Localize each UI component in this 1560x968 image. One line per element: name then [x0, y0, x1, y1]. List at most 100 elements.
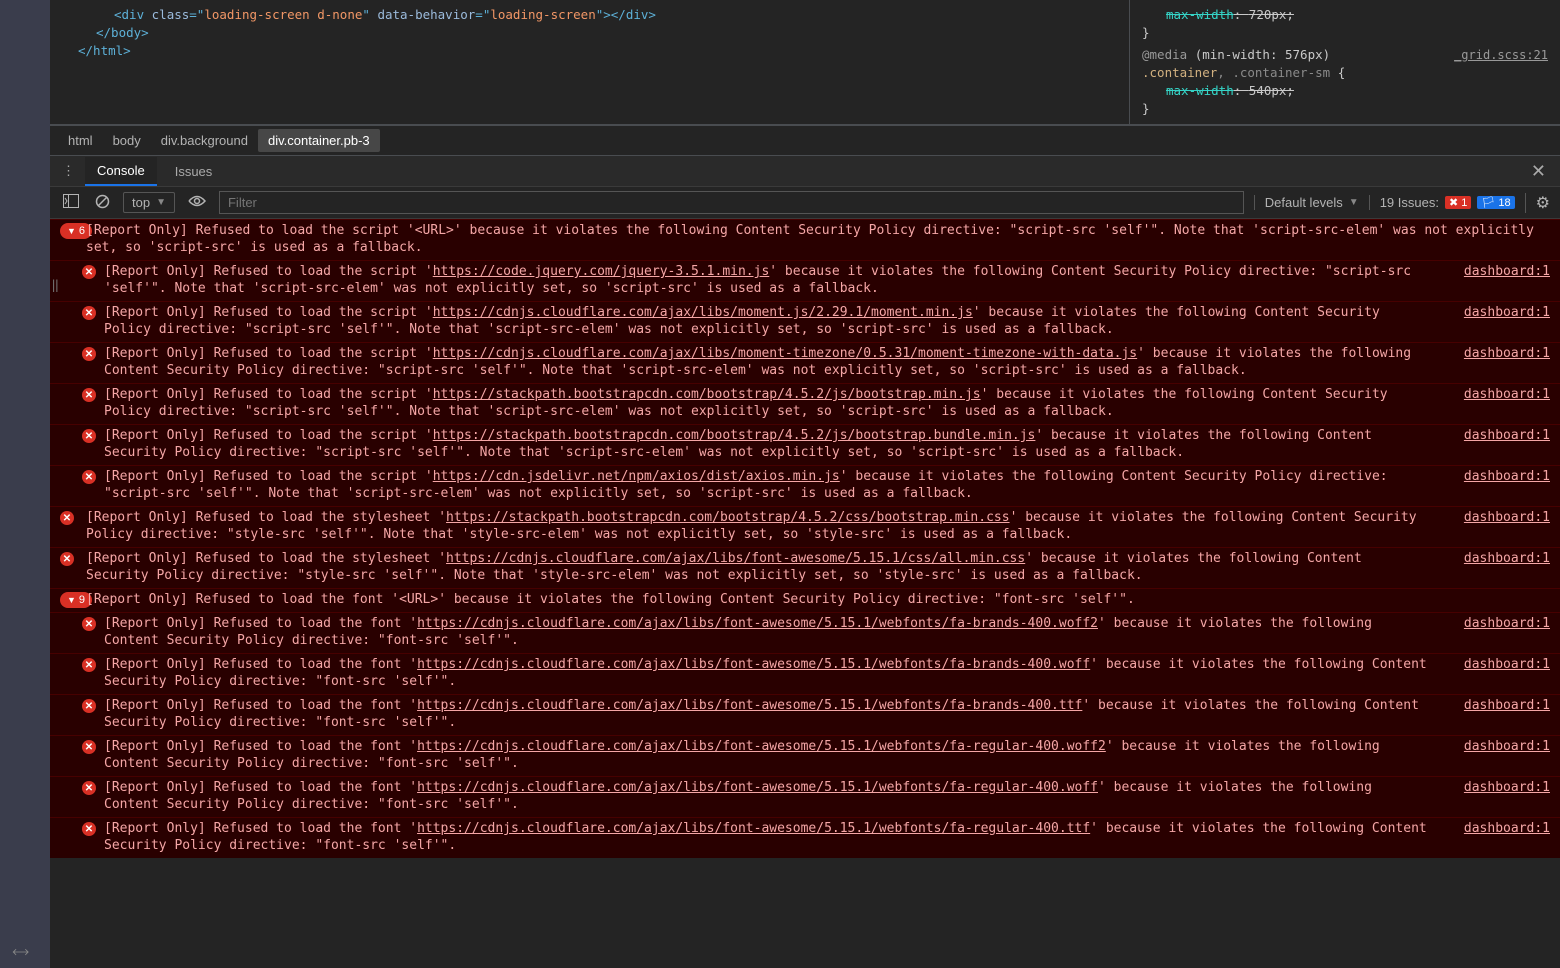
source-link[interactable]: dashboard:1	[1440, 820, 1550, 854]
crumb-html[interactable]: html	[58, 129, 103, 152]
message-text: [Report Only] Refused to load the font '…	[104, 779, 1440, 813]
error-icon: ✕	[82, 617, 96, 631]
filter-input[interactable]	[219, 191, 1244, 214]
message-text: [Report Only] Refused to load the font '…	[104, 820, 1440, 854]
source-link[interactable]: dashboard:1	[1440, 697, 1550, 731]
console-message[interactable]: ✕ [Report Only] Refused to load the scrip…	[50, 342, 1560, 383]
resource-link[interactable]: https://stackpath.bootstrapcdn.com/boots…	[433, 428, 1036, 443]
close-icon[interactable]: ✕	[1525, 161, 1552, 182]
elements-panel[interactable]: <div class="loading-screen d-none" data-…	[50, 0, 1130, 124]
error-icon: ✕	[82, 306, 96, 320]
console-message[interactable]: ▼6[Report Only] Refused to load the scri…	[50, 219, 1560, 260]
resource-link[interactable]: https://cdnjs.cloudflare.com/ajax/libs/f…	[417, 657, 1090, 672]
message-text: [Report Only] Refused to load the font '…	[86, 591, 1550, 608]
console-message[interactable]: ✕[Report Only] Refused to load the font …	[50, 612, 1560, 653]
source-link[interactable]: dashboard:1	[1440, 779, 1550, 813]
console-toolbar: top▼ Default levels▼ 19 Issues: ✖ 1 🏳 18…	[50, 187, 1560, 219]
dom-node[interactable]: </html>	[62, 42, 1117, 60]
console-message[interactable]: ✕ [Report Only] Refused to load the font …	[50, 653, 1560, 694]
error-icon: ✕	[82, 470, 96, 484]
gear-icon[interactable]: ⚙	[1525, 193, 1550, 213]
resource-link[interactable]: https://code.jquery.com/jquery-3.5.1.min…	[433, 264, 770, 279]
message-text: [Report Only] Refused to load the script…	[104, 427, 1440, 461]
source-link[interactable]: dashboard:1	[1440, 656, 1550, 690]
console-message[interactable]: ✕[Report Only] Refused to load the scrip…	[50, 465, 1560, 506]
console-message[interactable]: ✕ [Report Only] Refused to load the scrip…	[50, 301, 1560, 342]
resource-link[interactable]: https://cdnjs.cloudflare.com/ajax/libs/m…	[433, 346, 1137, 361]
error-icon: ✕	[82, 781, 96, 795]
resource-link[interactable]: https://cdnjs.cloudflare.com/ajax/libs/m…	[433, 305, 973, 320]
clear-console-icon[interactable]	[92, 192, 113, 214]
message-text: [Report Only] Refused to load the styles…	[86, 550, 1440, 584]
console-message[interactable]: ✕ [Report Only] Refused to load the font …	[50, 694, 1560, 735]
message-text: [Report Only] Refused to load the script…	[104, 386, 1440, 420]
dom-node[interactable]: </body>	[62, 24, 1117, 42]
error-icon: ✕	[82, 699, 96, 713]
source-link[interactable]: dashboard:1	[1440, 263, 1550, 297]
error-icon: ✕	[82, 658, 96, 672]
error-icon: ✕	[60, 552, 74, 566]
info-badge: 🏳 18	[1477, 196, 1514, 209]
resource-link[interactable]: https://cdnjs.cloudflare.com/ajax/libs/f…	[417, 739, 1106, 754]
source-link[interactable]: dashboard:1	[1440, 615, 1550, 649]
source-link[interactable]: dashboard:1	[1440, 427, 1550, 461]
resource-link[interactable]: https://cdn.jsdelivr.net/npm/axios/dist/…	[433, 469, 840, 484]
console-message[interactable]: ✕[Report Only] Refused to load the scrip…	[50, 383, 1560, 424]
resource-link[interactable]: https://cdnjs.cloudflare.com/ajax/libs/f…	[446, 551, 1025, 566]
more-tabs-icon[interactable]: ⋮	[58, 163, 79, 179]
source-link[interactable]: dashboard:1	[1440, 509, 1550, 543]
resource-link[interactable]: https://cdnjs.cloudflare.com/ajax/libs/f…	[417, 821, 1090, 836]
resource-link[interactable]: https://cdnjs.cloudflare.com/ajax/libs/f…	[417, 698, 1082, 713]
tab-issues[interactable]: Issues	[163, 158, 225, 185]
page-sidebar: || ⤢	[0, 0, 50, 968]
issues-button[interactable]: 19 Issues: ✖ 1 🏳 18	[1369, 195, 1515, 210]
tab-console[interactable]: Console	[85, 157, 157, 186]
resource-link[interactable]: https://stackpath.bootstrapcdn.com/boots…	[446, 510, 1010, 525]
source-link[interactable]: dashboard:1	[1440, 738, 1550, 772]
console-message[interactable]: ✕ [Report Only] Refused to load the scrip…	[50, 260, 1560, 301]
crumb-container[interactable]: div.container.pb-3	[258, 129, 380, 152]
source-link[interactable]: dashboard:1	[1440, 550, 1550, 584]
top-panes: <div class="loading-screen d-none" data-…	[50, 0, 1560, 125]
console-message[interactable]: ▼9[Report Only] Refused to load the font…	[50, 588, 1560, 612]
console-message[interactable]: ✕[Report Only] Refused to load the font …	[50, 735, 1560, 776]
message-text: [Report Only] Refused to load the script…	[104, 304, 1440, 338]
resize-grip-icon[interactable]: ⤢	[9, 940, 32, 963]
message-text: [Report Only] Refused to load the styles…	[86, 509, 1440, 543]
source-link[interactable]: dashboard:1	[1440, 468, 1550, 502]
error-icon: ✕	[60, 511, 74, 525]
source-link[interactable]: _grid.scss:21	[1454, 46, 1548, 64]
dom-node[interactable]: <div class="loading-screen d-none" data-…	[62, 6, 1117, 24]
error-icon: ✕	[82, 347, 96, 361]
resource-link[interactable]: https://stackpath.bootstrapcdn.com/boots…	[433, 387, 981, 402]
error-icon: ✕	[82, 265, 96, 279]
resource-link[interactable]: https://cdnjs.cloudflare.com/ajax/libs/f…	[417, 780, 1098, 795]
message-text: [Report Only] Refused to load the script…	[104, 345, 1440, 379]
resource-link[interactable]: https://cdnjs.cloudflare.com/ajax/libs/f…	[417, 616, 1098, 631]
source-link[interactable]: dashboard:1	[1440, 386, 1550, 420]
source-link[interactable]: dashboard:1	[1440, 345, 1550, 379]
toggle-sidebar-icon[interactable]	[60, 192, 82, 213]
context-selector[interactable]: top▼	[123, 192, 175, 213]
message-text: [Report Only] Refused to load the font '…	[104, 656, 1440, 690]
styles-panel[interactable]: max-width: 720px; } @media (min-width: 5…	[1130, 0, 1560, 124]
eye-icon[interactable]	[185, 192, 209, 213]
console-output[interactable]: ▼6[Report Only] Refused to load the scri…	[50, 219, 1560, 968]
chevron-down-icon: ▼	[156, 197, 166, 208]
console-message[interactable]: ✕ [Report Only] Refused to load the style…	[50, 547, 1560, 588]
message-text: [Report Only] Refused to load the script…	[104, 263, 1440, 297]
error-icon: ✕	[82, 429, 96, 443]
resize-handle-icon[interactable]: ||	[50, 280, 56, 320]
crumb-background[interactable]: div.background	[151, 129, 258, 152]
console-message[interactable]: ✕ [Report Only] Refused to load the scrip…	[50, 424, 1560, 465]
console-message[interactable]: ✕ [Report Only] Refused to load the font …	[50, 817, 1560, 858]
error-icon: ✕	[82, 822, 96, 836]
drawer-tabs: ⋮ Console Issues ✕	[50, 155, 1560, 187]
console-message[interactable]: ✕ [Report Only] Refused to load the font …	[50, 776, 1560, 817]
source-link[interactable]: dashboard:1	[1440, 304, 1550, 338]
error-badge: ✖ 1	[1445, 196, 1471, 209]
log-levels-selector[interactable]: Default levels▼	[1254, 195, 1359, 210]
crumb-body[interactable]: body	[103, 129, 151, 152]
message-text: [Report Only] Refused to load the font '…	[104, 697, 1440, 731]
console-message[interactable]: ✕ [Report Only] Refused to load the style…	[50, 506, 1560, 547]
